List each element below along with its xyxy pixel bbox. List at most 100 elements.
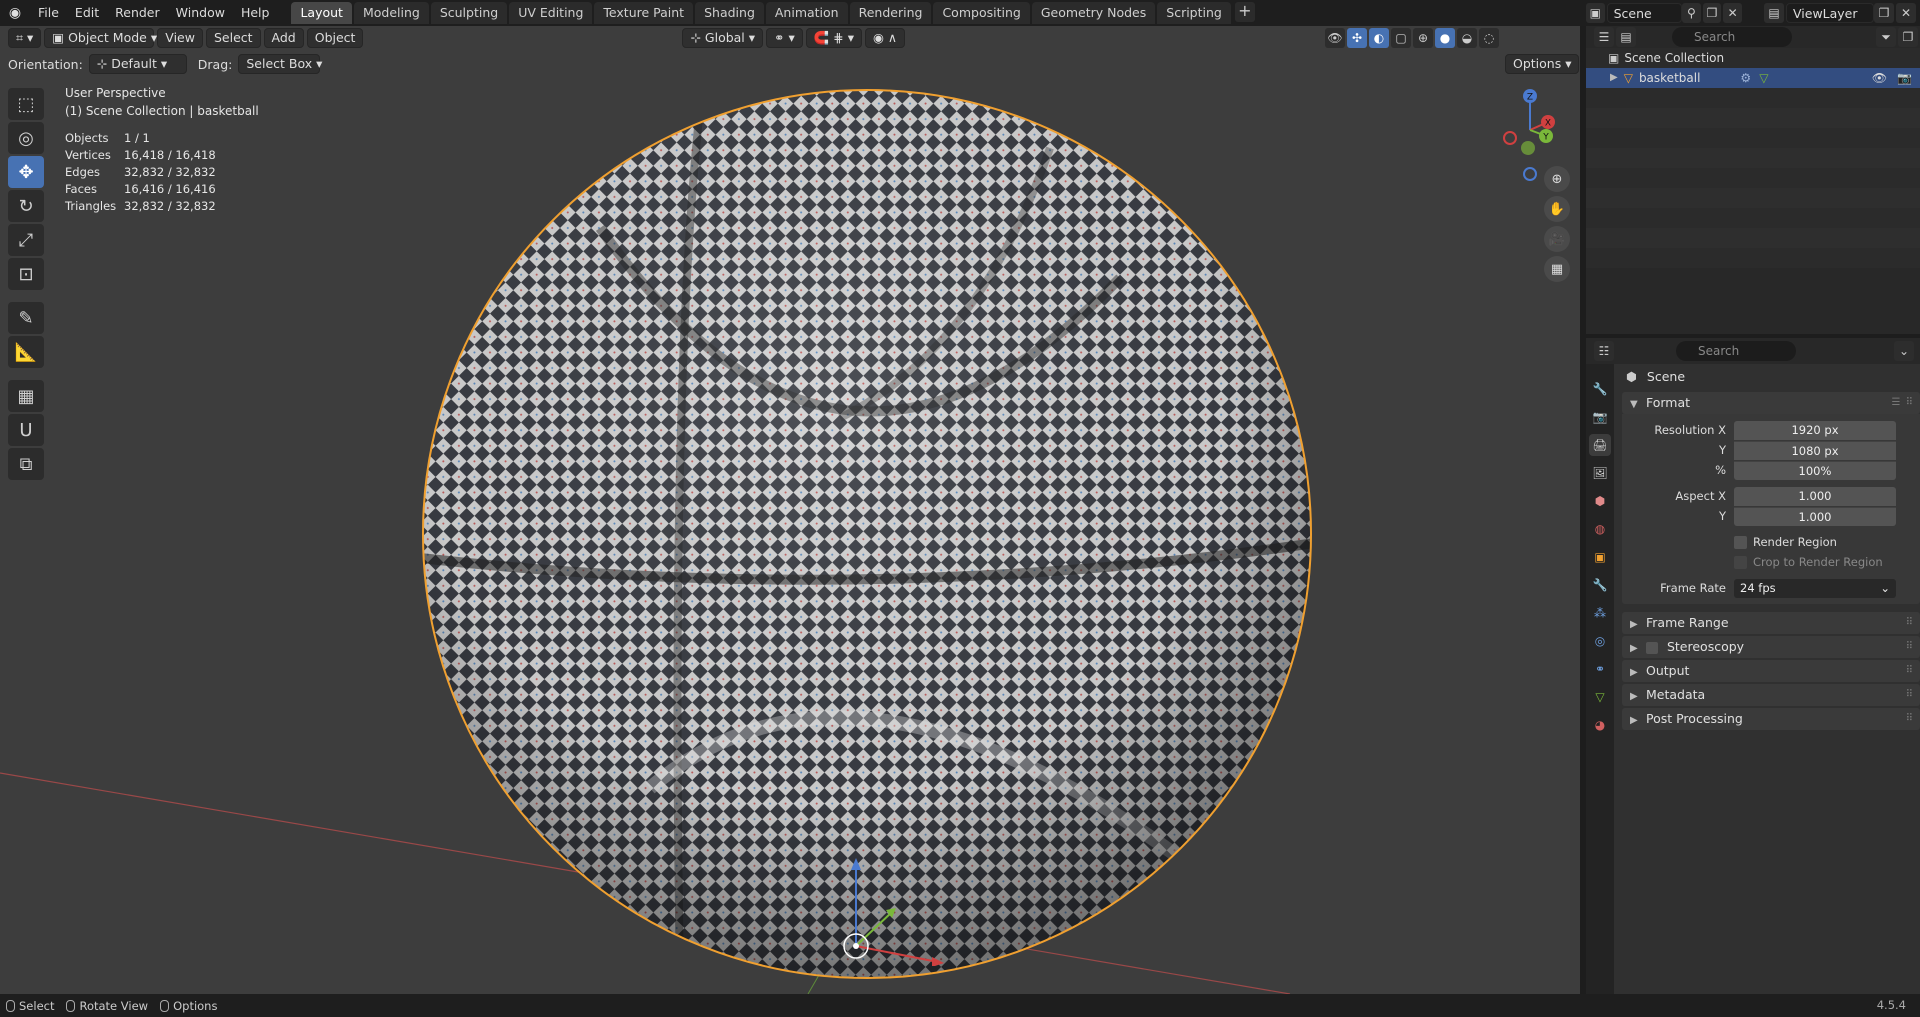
- outliner-search-input[interactable]: Search: [1672, 27, 1792, 47]
- scene-collection-row[interactable]: ▣ Scene Collection: [1586, 48, 1920, 68]
- aspect-y-row: Y 1.000: [1622, 506, 1916, 526]
- drag-grip-icon[interactable]: ⠿: [1906, 612, 1914, 634]
- view-layer-name[interactable]: ViewLayer: [1786, 3, 1874, 23]
- svg-text:X: X: [1545, 119, 1551, 129]
- properties-search-input[interactable]: Search: [1676, 341, 1796, 361]
- resolution-percent-field[interactable]: 100%: [1734, 460, 1896, 480]
- physics-tab-icon[interactable]: ◎: [1589, 630, 1611, 652]
- render-camera-icon[interactable]: 📷: [1897, 68, 1912, 88]
- frame-range-panel-header[interactable]: ▶ Frame Range ⠿: [1622, 612, 1920, 634]
- view-layer-selector[interactable]: ▤ ViewLayer ❐ ✕: [1764, 2, 1920, 24]
- status-rotate-label: Rotate View: [79, 998, 149, 1013]
- expand-chevron-icon[interactable]: ▶: [1610, 68, 1618, 88]
- frame-rate-dropdown[interactable]: 24 fps ⌄: [1734, 578, 1896, 598]
- render-region-checkbox[interactable]: Render Region: [1622, 532, 1916, 552]
- post-processing-title: Post Processing: [1645, 711, 1743, 726]
- drag-grip-icon[interactable]: ⠿: [1906, 684, 1914, 706]
- stereoscopy-panel-header[interactable]: ▶ Stereoscopy ⠿: [1622, 636, 1920, 658]
- drag-grip-icon[interactable]: ⠿: [1906, 660, 1914, 682]
- status-rotate: Rotate View: [66, 999, 148, 1013]
- menu-window[interactable]: Window: [168, 2, 233, 24]
- modifier-tab-icon[interactable]: 🔧: [1589, 574, 1611, 596]
- format-panel-header[interactable]: ▼ Format ☰ ⠿: [1622, 392, 1920, 414]
- scene-tab-icon[interactable]: ⬢: [1589, 490, 1611, 512]
- tab-compositing[interactable]: Compositing: [933, 2, 1030, 24]
- add-workspace-button[interactable]: +: [1234, 2, 1255, 22]
- mouse-middle-icon: [66, 999, 76, 1012]
- eye-icon[interactable]: 👁: [1872, 68, 1887, 88]
- scene-selector[interactable]: ▣ Scene ⚲ ❐ ✕: [1586, 2, 1744, 24]
- camera-view-icon[interactable]: 🎥: [1544, 226, 1570, 252]
- checkbox-box[interactable]: [1734, 535, 1747, 549]
- display-mode-icon[interactable]: ▤: [1616, 27, 1636, 47]
- material-tab-icon[interactable]: ◕: [1589, 714, 1611, 736]
- outliner-item-basketball[interactable]: ▶ ▽ basketball ⚙ ▽ 👁 📷: [1586, 68, 1920, 88]
- outliner-editor-icon[interactable]: ☰: [1594, 27, 1614, 47]
- ortho-grid-icon[interactable]: ▦: [1544, 256, 1570, 282]
- drag-grip-icon[interactable]: ⠿: [1906, 708, 1914, 730]
- new-view-layer-icon[interactable]: ❐: [1874, 3, 1894, 23]
- tab-rendering[interactable]: Rendering: [849, 2, 932, 24]
- collection-icon: ▣: [1608, 51, 1620, 65]
- tool-tab-icon[interactable]: 🔧: [1589, 378, 1611, 400]
- drag-grip-icon[interactable]: ⠿: [1906, 636, 1914, 658]
- blender-logo-icon[interactable]: ◉: [0, 0, 30, 26]
- 3d-viewport[interactable]: ⌗ ▾ ▣ Object Mode ▾ View Select Add Obje…: [0, 26, 1580, 994]
- navigation-buttons: ⊕ ✋ 🎥 ▦: [1544, 166, 1570, 286]
- particles-tab-icon[interactable]: ⁂: [1589, 602, 1611, 624]
- menu-edit[interactable]: Edit: [67, 2, 107, 24]
- tab-scripting[interactable]: Scripting: [1157, 2, 1231, 24]
- post-processing-panel-header[interactable]: ▶ Post Processing ⠿: [1622, 708, 1920, 730]
- new-scene-icon[interactable]: ❐: [1702, 3, 1722, 23]
- delete-view-layer-icon[interactable]: ✕: [1896, 3, 1916, 23]
- delete-scene-icon[interactable]: ✕: [1723, 3, 1742, 23]
- menu-render[interactable]: Render: [107, 2, 168, 24]
- output-title: Output: [1645, 663, 1690, 678]
- top-bar: ◉ File Edit Render Window Help Layout Mo…: [0, 0, 1920, 26]
- checkbox-box[interactable]: [1734, 555, 1747, 569]
- tab-sculpting[interactable]: Sculpting: [430, 2, 508, 24]
- world-tab-icon[interactable]: ◍: [1589, 518, 1611, 540]
- tab-modeling[interactable]: Modeling: [353, 2, 429, 24]
- metadata-panel-header[interactable]: ▶ Metadata ⠿: [1622, 684, 1920, 706]
- aspect-y-field[interactable]: 1.000: [1734, 506, 1896, 526]
- pan-hand-icon[interactable]: ✋: [1544, 196, 1570, 222]
- pin-icon[interactable]: ⚲: [1682, 3, 1701, 23]
- scene-collection-label: Scene Collection: [1624, 51, 1725, 65]
- status-bar: Select Rotate View Options 4.5.4: [0, 994, 1920, 1017]
- view-layer-tab-icon[interactable]: 🖼: [1589, 462, 1611, 484]
- menu-help[interactable]: Help: [233, 2, 278, 24]
- properties-content: ⬢ Scene ▼ Format ☰ ⠿ Resolution X 1920 p…: [1622, 364, 1920, 732]
- empty-row: [1586, 208, 1920, 228]
- properties-options-icon[interactable]: ⌄: [1894, 341, 1914, 361]
- resolution-y-field[interactable]: 1080 px: [1734, 440, 1896, 460]
- menu-file[interactable]: File: [30, 2, 67, 24]
- stereoscopy-checkbox[interactable]: [1645, 641, 1658, 654]
- data-tab-icon[interactable]: ▽: [1589, 686, 1611, 708]
- tab-layout[interactable]: Layout: [291, 2, 352, 24]
- tab-uv-editing[interactable]: UV Editing: [509, 2, 593, 24]
- zoom-icon[interactable]: ⊕: [1544, 166, 1570, 192]
- tab-texture-paint[interactable]: Texture Paint: [594, 2, 694, 24]
- object-tab-icon[interactable]: ▣: [1589, 546, 1611, 568]
- output-tab-icon[interactable]: 🖨: [1589, 434, 1611, 456]
- render-tab-icon[interactable]: 📷: [1589, 406, 1611, 428]
- scene-name[interactable]: Scene: [1606, 3, 1683, 23]
- status-select-label: Select: [19, 998, 55, 1013]
- resolution-x-field[interactable]: 1920 px: [1734, 420, 1896, 440]
- tab-geometry-nodes[interactable]: Geometry Nodes: [1031, 2, 1156, 24]
- transform-gizmo[interactable]: [830, 836, 950, 966]
- tab-animation[interactable]: Animation: [765, 2, 848, 24]
- properties-context: ⬢ Scene: [1622, 364, 1920, 390]
- new-collection-icon[interactable]: ❐: [1898, 27, 1918, 47]
- filter-icon[interactable]: ⏷: [1876, 27, 1896, 47]
- tab-shading[interactable]: Shading: [695, 2, 764, 24]
- output-panel-header[interactable]: ▶ Output ⠿: [1622, 660, 1920, 682]
- presets-icon[interactable]: ☰ ⠿: [1892, 392, 1914, 414]
- aspect-x-field[interactable]: 1.000: [1734, 486, 1896, 506]
- empty-row: [1586, 168, 1920, 188]
- properties-editor-icon[interactable]: ☷: [1594, 341, 1614, 361]
- crop-region-checkbox[interactable]: Crop to Render Region: [1622, 552, 1916, 572]
- empty-row: [1586, 88, 1920, 108]
- constraints-tab-icon[interactable]: ⚭: [1589, 658, 1611, 680]
